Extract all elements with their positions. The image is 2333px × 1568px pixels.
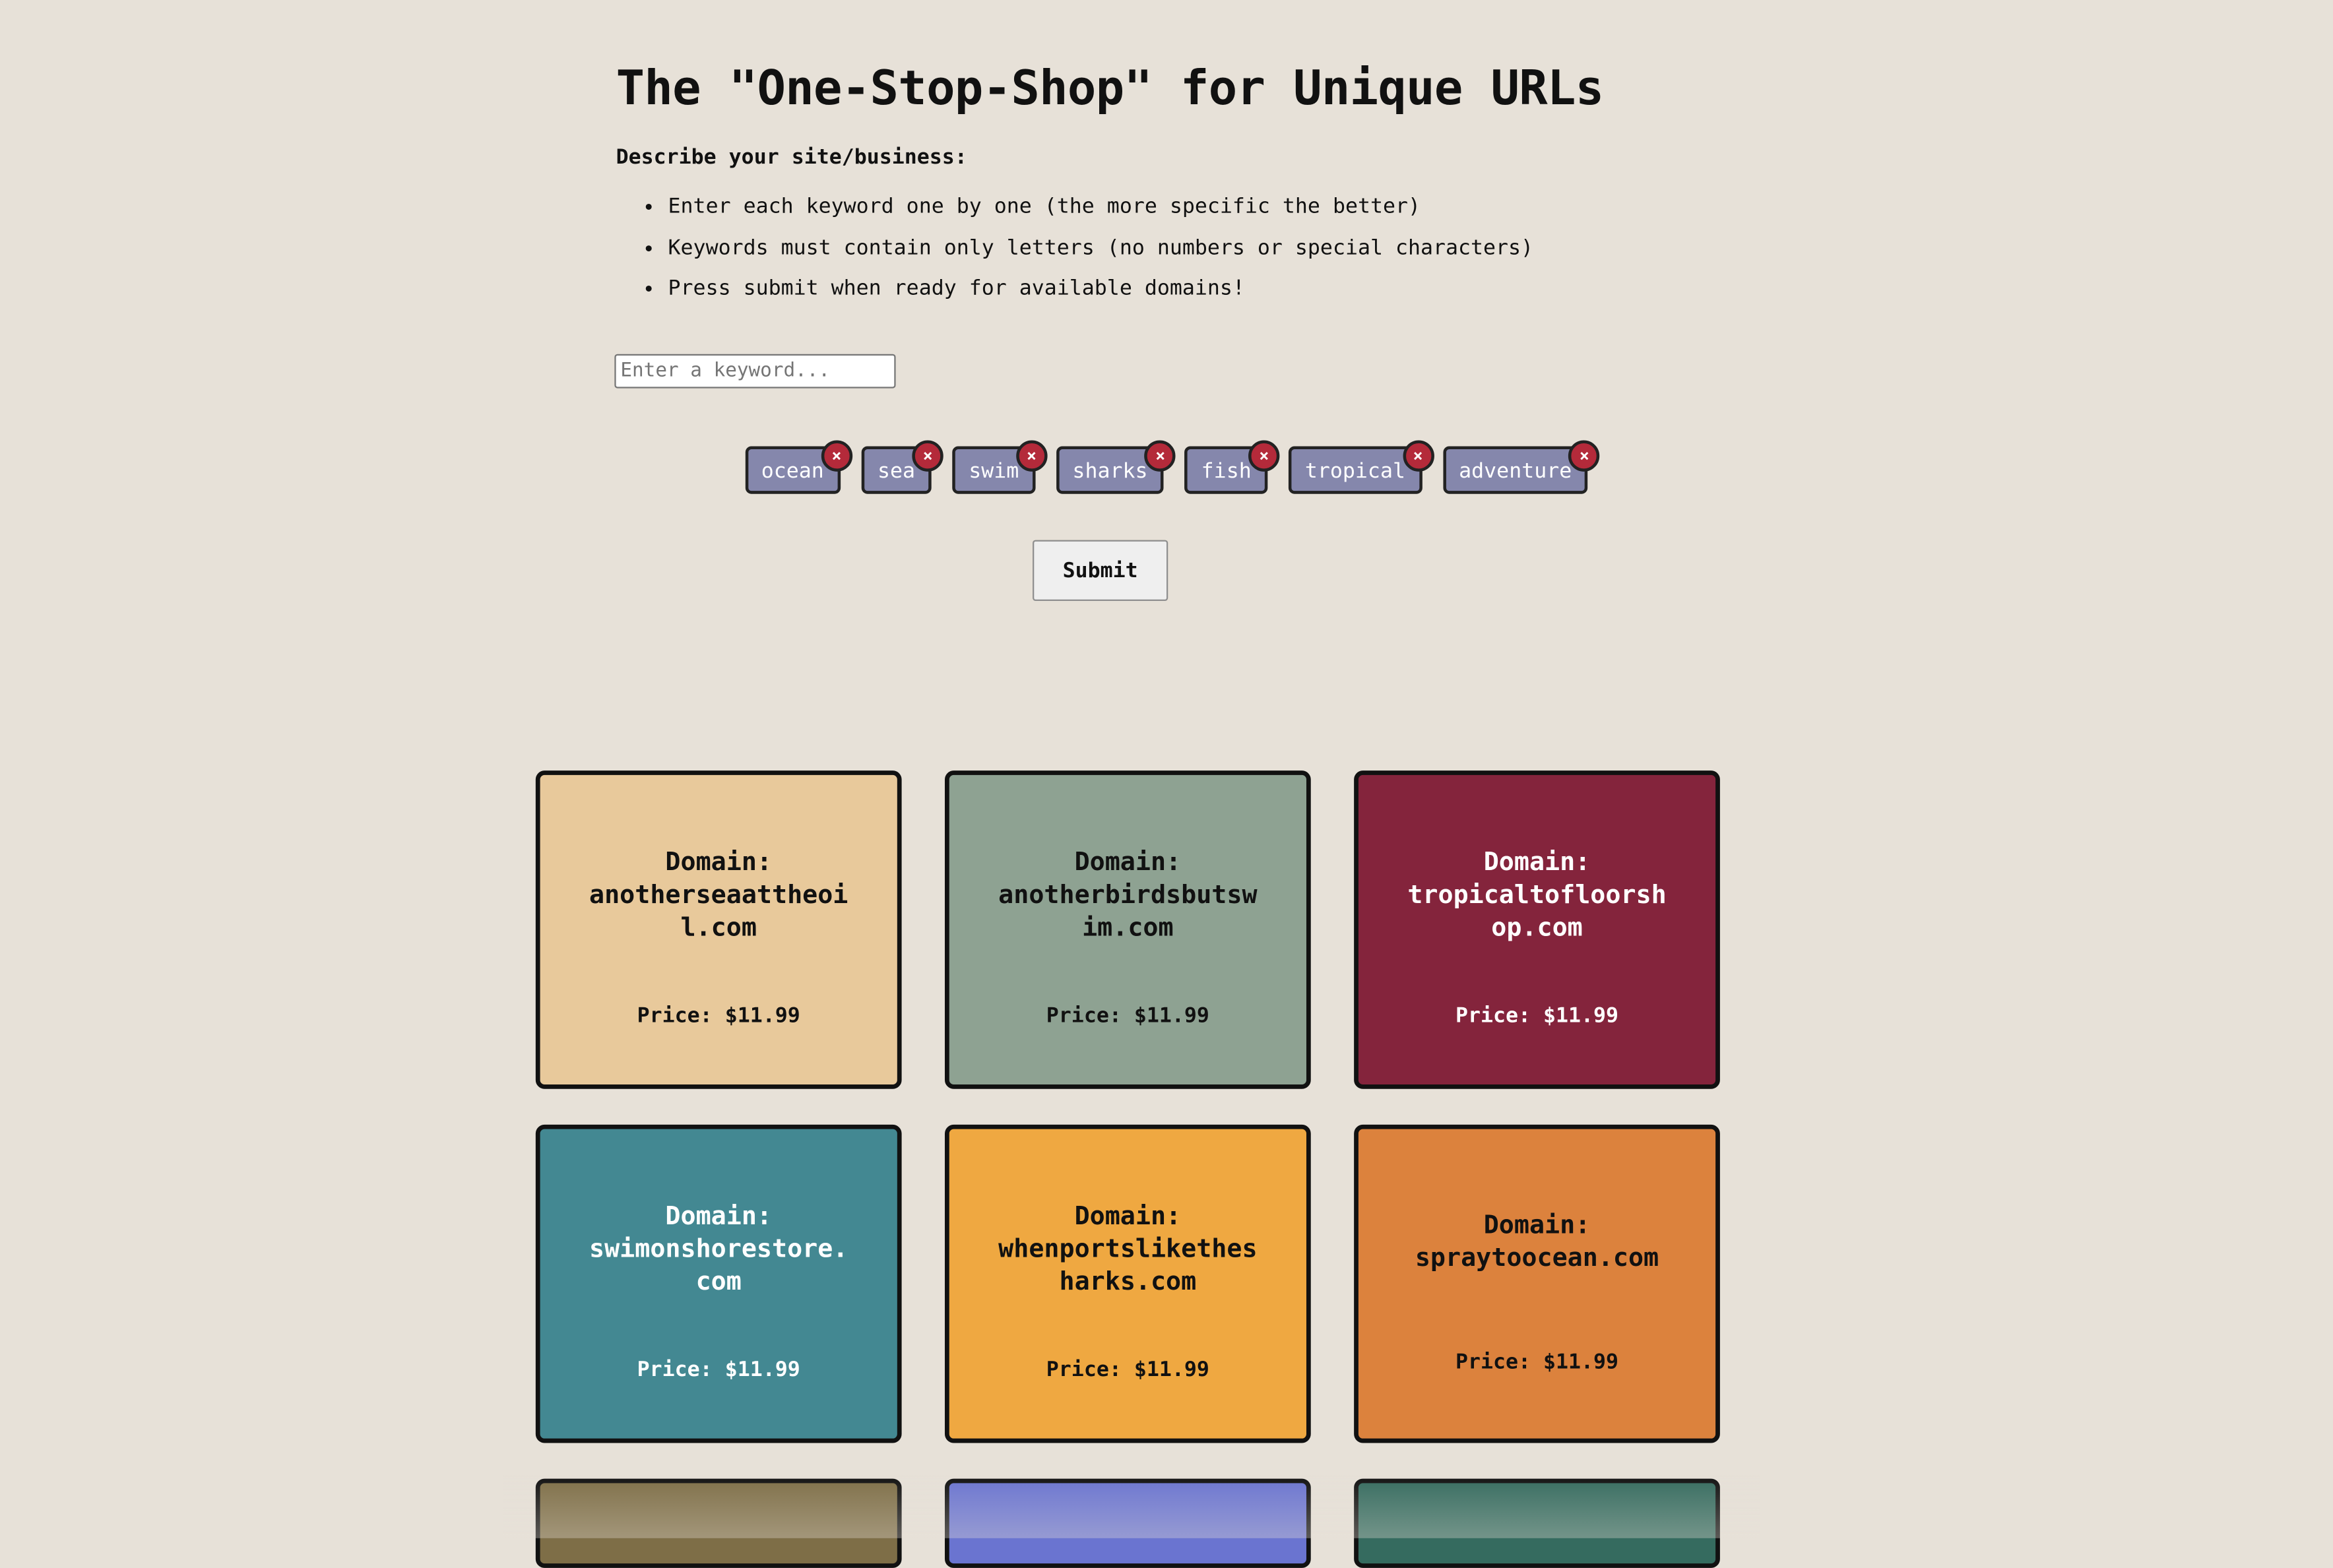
domain-card-partial[interactable]	[944, 1478, 1311, 1568]
keyword-tag: sharks ×	[1056, 440, 1176, 494]
instruction-item: Keywords must contain only letters (no n…	[668, 228, 1747, 269]
instructions-list: Enter each keyword one by one (the more …	[616, 187, 1747, 310]
domain-price: Price: $11.99	[637, 1358, 800, 1382]
keyword-tag: adventure ×	[1442, 440, 1601, 494]
remove-keyword-icon[interactable]: ×	[1015, 440, 1048, 472]
keyword-tags: ocean × sea × swim × sharks × fish × tropical × adve…	[0, 440, 2333, 494]
domain-card[interactable]: Domain: whenportslikethesharks.com Price: …	[944, 1124, 1311, 1443]
keyword-tag-label: tropical	[1304, 459, 1405, 484]
domain-card-partial[interactable]	[1354, 1478, 1720, 1568]
keyword-tag: sea ×	[861, 440, 943, 494]
domain-price: Price: $11.99	[637, 1004, 800, 1028]
remove-keyword-icon[interactable]: ×	[912, 440, 943, 472]
keyword-tag-label: fish	[1201, 459, 1252, 484]
submit-button[interactable]: Submit	[1033, 540, 1168, 602]
page-title: The "One-Stop-Shop" for Unique URLs	[616, 59, 1605, 116]
keyword-input[interactable]	[614, 354, 896, 389]
domain-name-block: Domain: spraytoocean.com	[1400, 1208, 1674, 1274]
domain-name: tropicaltofloorshop.com	[1407, 881, 1667, 943]
domain-name-block: Domain: anotherseaattheoil.com	[582, 846, 856, 945]
remove-keyword-icon[interactable]: ×	[1248, 440, 1280, 472]
domain-name: anotherbirdsbutswim.com	[998, 881, 1258, 943]
domain-name: swimonshorestore.com	[589, 1234, 848, 1298]
keyword-tag: swim ×	[952, 440, 1048, 494]
domain-name: whenportslikethesharks.com	[998, 1234, 1258, 1298]
keyword-tag-label: sea	[877, 459, 916, 484]
keyword-tag: fish ×	[1184, 440, 1280, 494]
domain-price: Price: $11.99	[1455, 1350, 1619, 1374]
domain-name-block: Domain: swimonshorestore.com	[582, 1201, 856, 1299]
domain-price: Price: $11.99	[1046, 1004, 1209, 1028]
keyword-tag: tropical ×	[1289, 440, 1434, 494]
domain-name: anotherseaattheoil.com	[589, 881, 848, 943]
remove-keyword-icon[interactable]: ×	[1144, 440, 1176, 472]
remove-keyword-icon[interactable]: ×	[1568, 440, 1601, 472]
keyword-tag-label: ocean	[761, 459, 824, 484]
keyword-tag-label: swim	[969, 459, 1019, 484]
intro-text: Describe your site/business:	[616, 145, 967, 170]
domain-name-block: Domain: anotherbirdsbutswim.com	[991, 846, 1265, 945]
domain-name-block: Domain: tropicaltofloorshop.com	[1400, 846, 1674, 945]
instruction-item: Press submit when ready for available do…	[668, 269, 1747, 310]
instruction-item: Enter each keyword one by one (the more …	[668, 187, 1747, 228]
domain-heading: Domain:	[1074, 848, 1182, 878]
domain-price: Price: $11.99	[1455, 1004, 1619, 1028]
domain-name: spraytoocean.com	[1415, 1243, 1659, 1273]
domain-card[interactable]: Domain: spraytoocean.com Price: $11.99	[1354, 1124, 1720, 1443]
domain-card[interactable]: Domain: swimonshorestore.com Price: $11.99	[535, 1124, 902, 1443]
domain-heading: Domain:	[665, 1202, 773, 1232]
domain-results-grid: Domain: anotherseaattheoil.com Price: $11.…	[535, 770, 1720, 1568]
remove-keyword-icon[interactable]: ×	[821, 440, 852, 472]
domain-heading: Domain:	[1074, 1202, 1182, 1232]
domain-card-partial[interactable]	[535, 1478, 902, 1568]
domain-heading: Domain:	[1483, 1210, 1591, 1240]
keyword-tag: ocean ×	[744, 440, 852, 494]
keyword-tag-label: adventure	[1459, 459, 1572, 484]
domain-name-block: Domain: whenportslikethesharks.com	[991, 1201, 1265, 1299]
header: The "One-Stop-Shop" for Unique URLs Desc…	[616, 59, 1747, 310]
domain-heading: Domain:	[1483, 848, 1591, 878]
domain-heading: Domain:	[665, 848, 773, 878]
page: The "One-Stop-Shop" for Unique URLs Desc…	[0, 0, 2333, 1568]
keyword-tag-label: sharks	[1072, 459, 1148, 484]
remove-keyword-icon[interactable]: ×	[1402, 440, 1434, 472]
domain-price: Price: $11.99	[1046, 1358, 1209, 1382]
domain-card[interactable]: Domain: tropicaltofloorshop.com Price: $11…	[1354, 770, 1720, 1089]
domain-card[interactable]: Domain: anotherbirdsbutswim.com Price: $11…	[944, 770, 1311, 1089]
domain-card[interactable]: Domain: anotherseaattheoil.com Price: $11.…	[535, 770, 902, 1089]
